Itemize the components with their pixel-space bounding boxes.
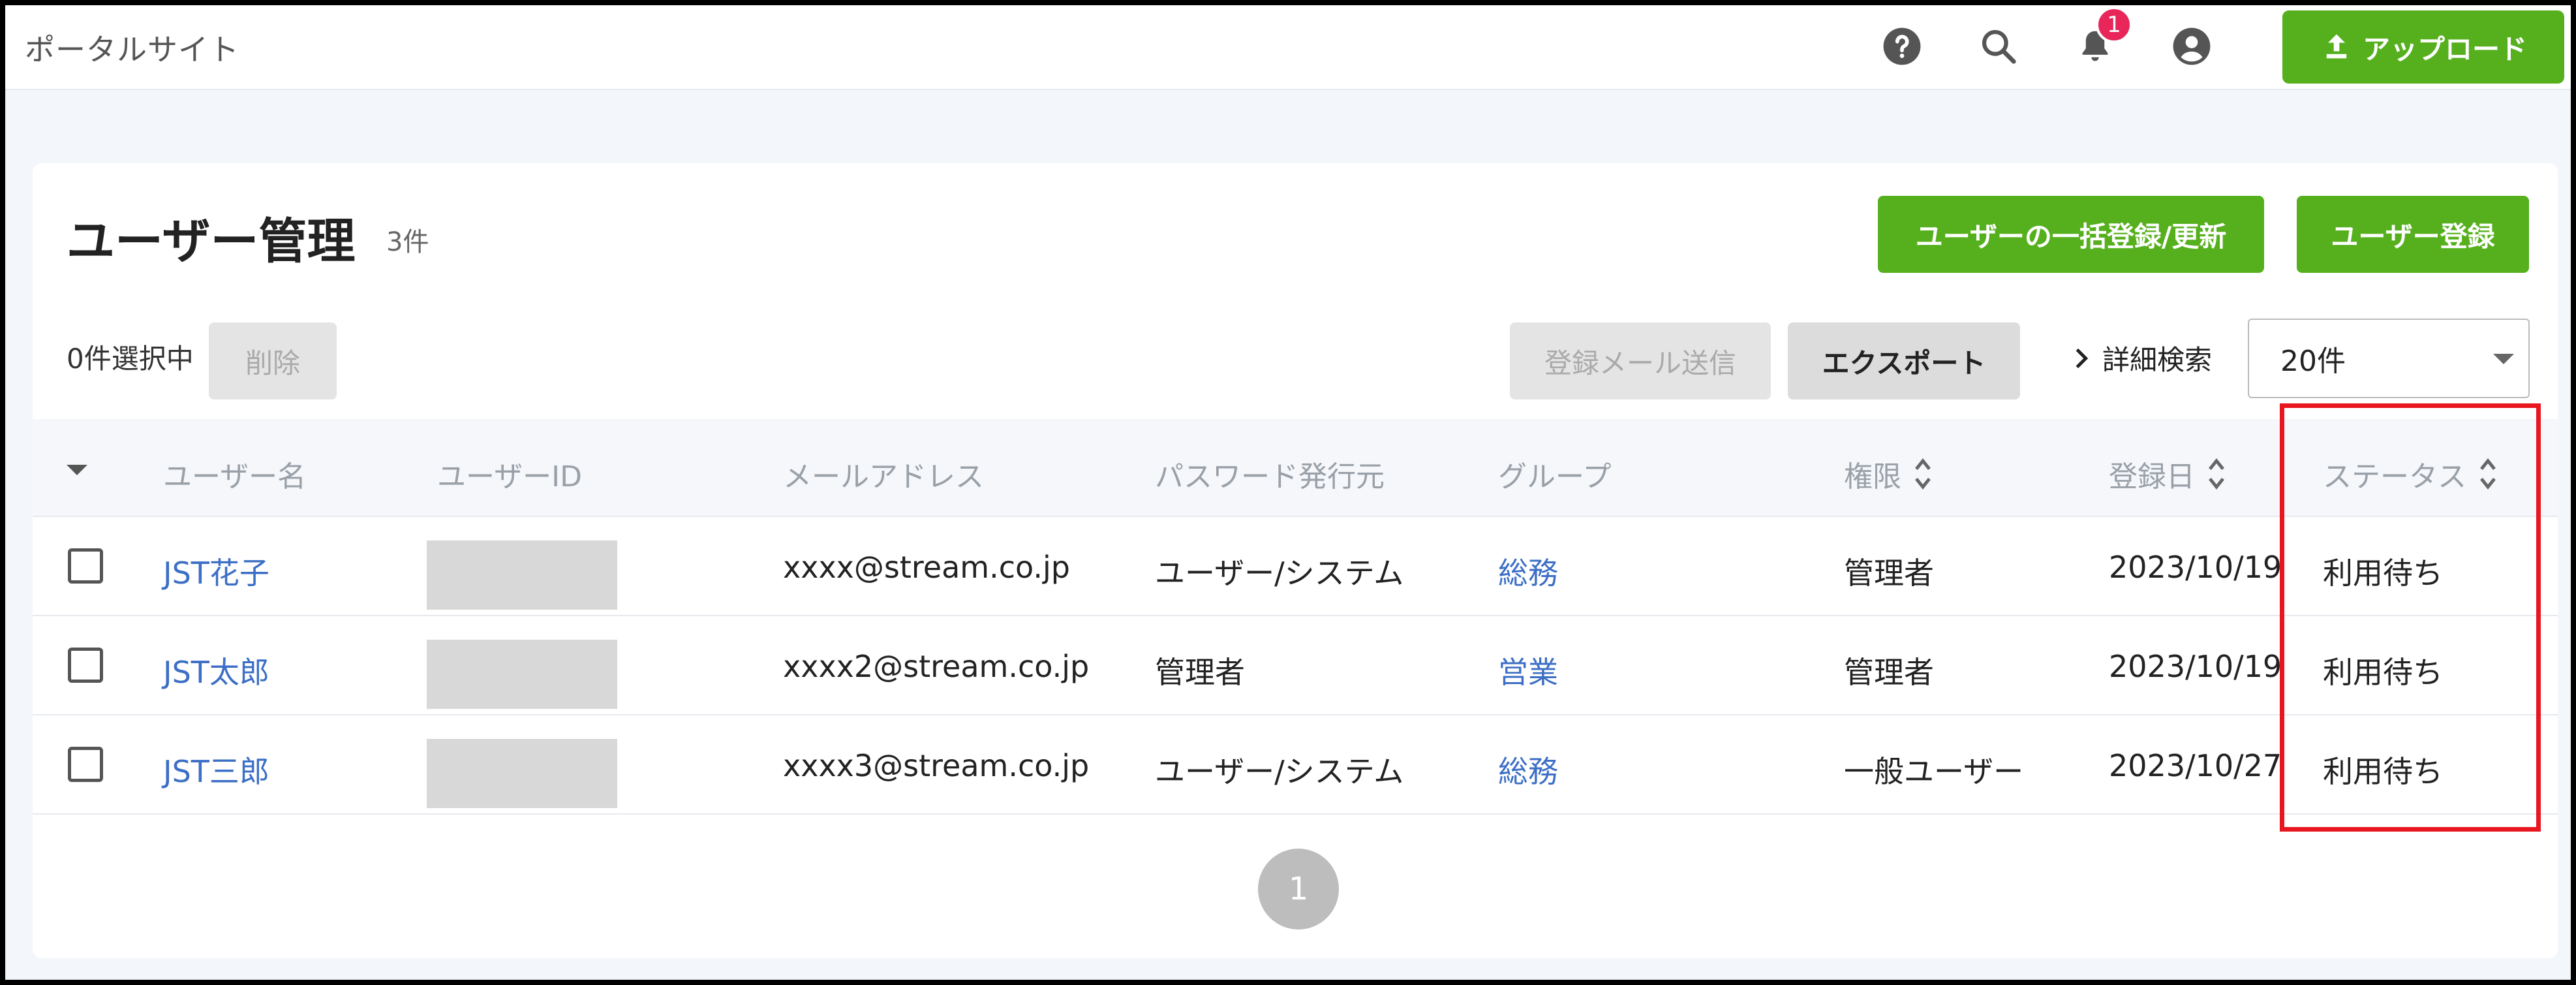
column-header-group: グループ bbox=[1498, 460, 1612, 493]
search-icon[interactable] bbox=[1976, 23, 2021, 69]
role-cell: 管理者 bbox=[1844, 655, 1934, 690]
email-cell: xxxx2@stream.co.jp bbox=[783, 649, 1090, 684]
group-link[interactable]: 営業 bbox=[1498, 649, 1558, 692]
userid-redacted bbox=[427, 640, 617, 709]
password-issuer-cell: ユーザー/システム bbox=[1155, 754, 1404, 789]
per-page-select[interactable]: 20件 bbox=[2248, 319, 2530, 398]
password-issuer-cell: 管理者 bbox=[1155, 655, 1245, 690]
app-frame: ポータルサイト 1 アップロード ユーザー管理 3件 ユーザーの一括登録/更新 … bbox=[0, 0, 2576, 985]
username-link[interactable]: JST三郎 bbox=[163, 748, 269, 791]
column-header-date[interactable]: 登録日 bbox=[2109, 453, 2226, 495]
upload-button[interactable]: アップロード bbox=[2282, 10, 2564, 84]
username-link[interactable]: JST太郎 bbox=[163, 649, 269, 692]
notification-badge: 1 bbox=[2096, 7, 2132, 43]
column-header-username: ユーザー名 bbox=[163, 460, 307, 493]
password-issuer-cell: ユーザー/システム bbox=[1155, 555, 1404, 591]
per-page-value: 20件 bbox=[2280, 345, 2346, 378]
group-link[interactable]: 総務 bbox=[1498, 550, 1558, 593]
sort-icon[interactable] bbox=[2207, 454, 2226, 493]
table-row[interactable]: JST花子 xxxx@stream.co.jp ユーザー/システム 総務 管理者… bbox=[33, 518, 2558, 616]
column-header-role[interactable]: 権限 bbox=[1844, 453, 1933, 495]
userid-redacted bbox=[427, 739, 617, 808]
bell-icon[interactable]: 1 bbox=[2072, 7, 2132, 69]
date-cell: 2023/10/19 bbox=[2109, 550, 2282, 585]
row-checkbox[interactable] bbox=[68, 548, 103, 584]
select-all-dropdown-icon[interactable] bbox=[67, 465, 87, 475]
table-header: ユーザー名 ユーザーID メールアドレス パスワード発行元 グループ 権限 登録… bbox=[33, 419, 2558, 517]
email-cell: xxxx@stream.co.jp bbox=[783, 550, 1070, 585]
account-circle-icon[interactable] bbox=[2169, 23, 2215, 69]
selected-count: 0件選択中 bbox=[67, 343, 194, 375]
role-cell: 管理者 bbox=[1844, 555, 1934, 591]
sort-icon[interactable] bbox=[1913, 454, 1933, 493]
user-count: 3件 bbox=[386, 227, 429, 257]
bulk-register-button[interactable]: ユーザーの一括登録/更新 bbox=[1878, 196, 2264, 273]
send-registration-mail-button[interactable]: 登録メール送信 bbox=[1510, 322, 1771, 399]
table-row[interactable]: JST太郎 xxxx2@stream.co.jp 管理者 営業 管理者 2023… bbox=[33, 618, 2558, 715]
row-checkbox[interactable] bbox=[68, 747, 103, 782]
username-link[interactable]: JST花子 bbox=[163, 550, 269, 593]
chevron-down-icon bbox=[2493, 354, 2514, 364]
export-button[interactable]: エクスポート bbox=[1788, 322, 2020, 399]
userid-redacted bbox=[427, 540, 617, 610]
email-cell: xxxx3@stream.co.jp bbox=[783, 748, 1090, 783]
top-header: ポータルサイト 1 アップロード bbox=[5, 5, 2571, 90]
delete-button[interactable]: 削除 bbox=[209, 322, 337, 399]
register-user-button[interactable]: ユーザー登録 bbox=[2297, 196, 2529, 273]
column-header-userid: ユーザーID bbox=[437, 460, 582, 493]
role-cell: 一般ユーザー bbox=[1844, 754, 2024, 789]
site-title[interactable]: ポータルサイト bbox=[25, 26, 239, 69]
chevron-right-icon bbox=[2076, 348, 2089, 368]
row-checkbox[interactable] bbox=[68, 648, 103, 683]
date-cell: 2023/10/19 bbox=[2109, 649, 2282, 684]
upload-label: アップロード bbox=[2362, 33, 2527, 65]
advanced-search-toggle[interactable]: 詳細検索 bbox=[2068, 338, 2212, 378]
user-management-card: ユーザー管理 3件 ユーザーの一括登録/更新 ユーザー登録 0件選択中 削除 登… bbox=[33, 163, 2558, 958]
upload-icon bbox=[2326, 34, 2347, 59]
advanced-search-label: 詳細検索 bbox=[2102, 344, 2213, 376]
column-header-email: メールアドレス bbox=[783, 460, 984, 493]
column-header-password-issuer: パスワード発行元 bbox=[1155, 460, 1385, 493]
help-circle-icon[interactable] bbox=[1879, 23, 1925, 69]
status-column-highlight bbox=[2280, 403, 2541, 832]
page-title: ユーザー管理 bbox=[67, 213, 356, 270]
date-cell: 2023/10/27 bbox=[2109, 748, 2282, 783]
page-1-button[interactable]: 1 bbox=[1258, 849, 1339, 930]
table-row[interactable]: JST三郎 xxxx3@stream.co.jp ユーザー/システム 総務 一般… bbox=[33, 717, 2558, 815]
group-link[interactable]: 総務 bbox=[1498, 748, 1558, 791]
